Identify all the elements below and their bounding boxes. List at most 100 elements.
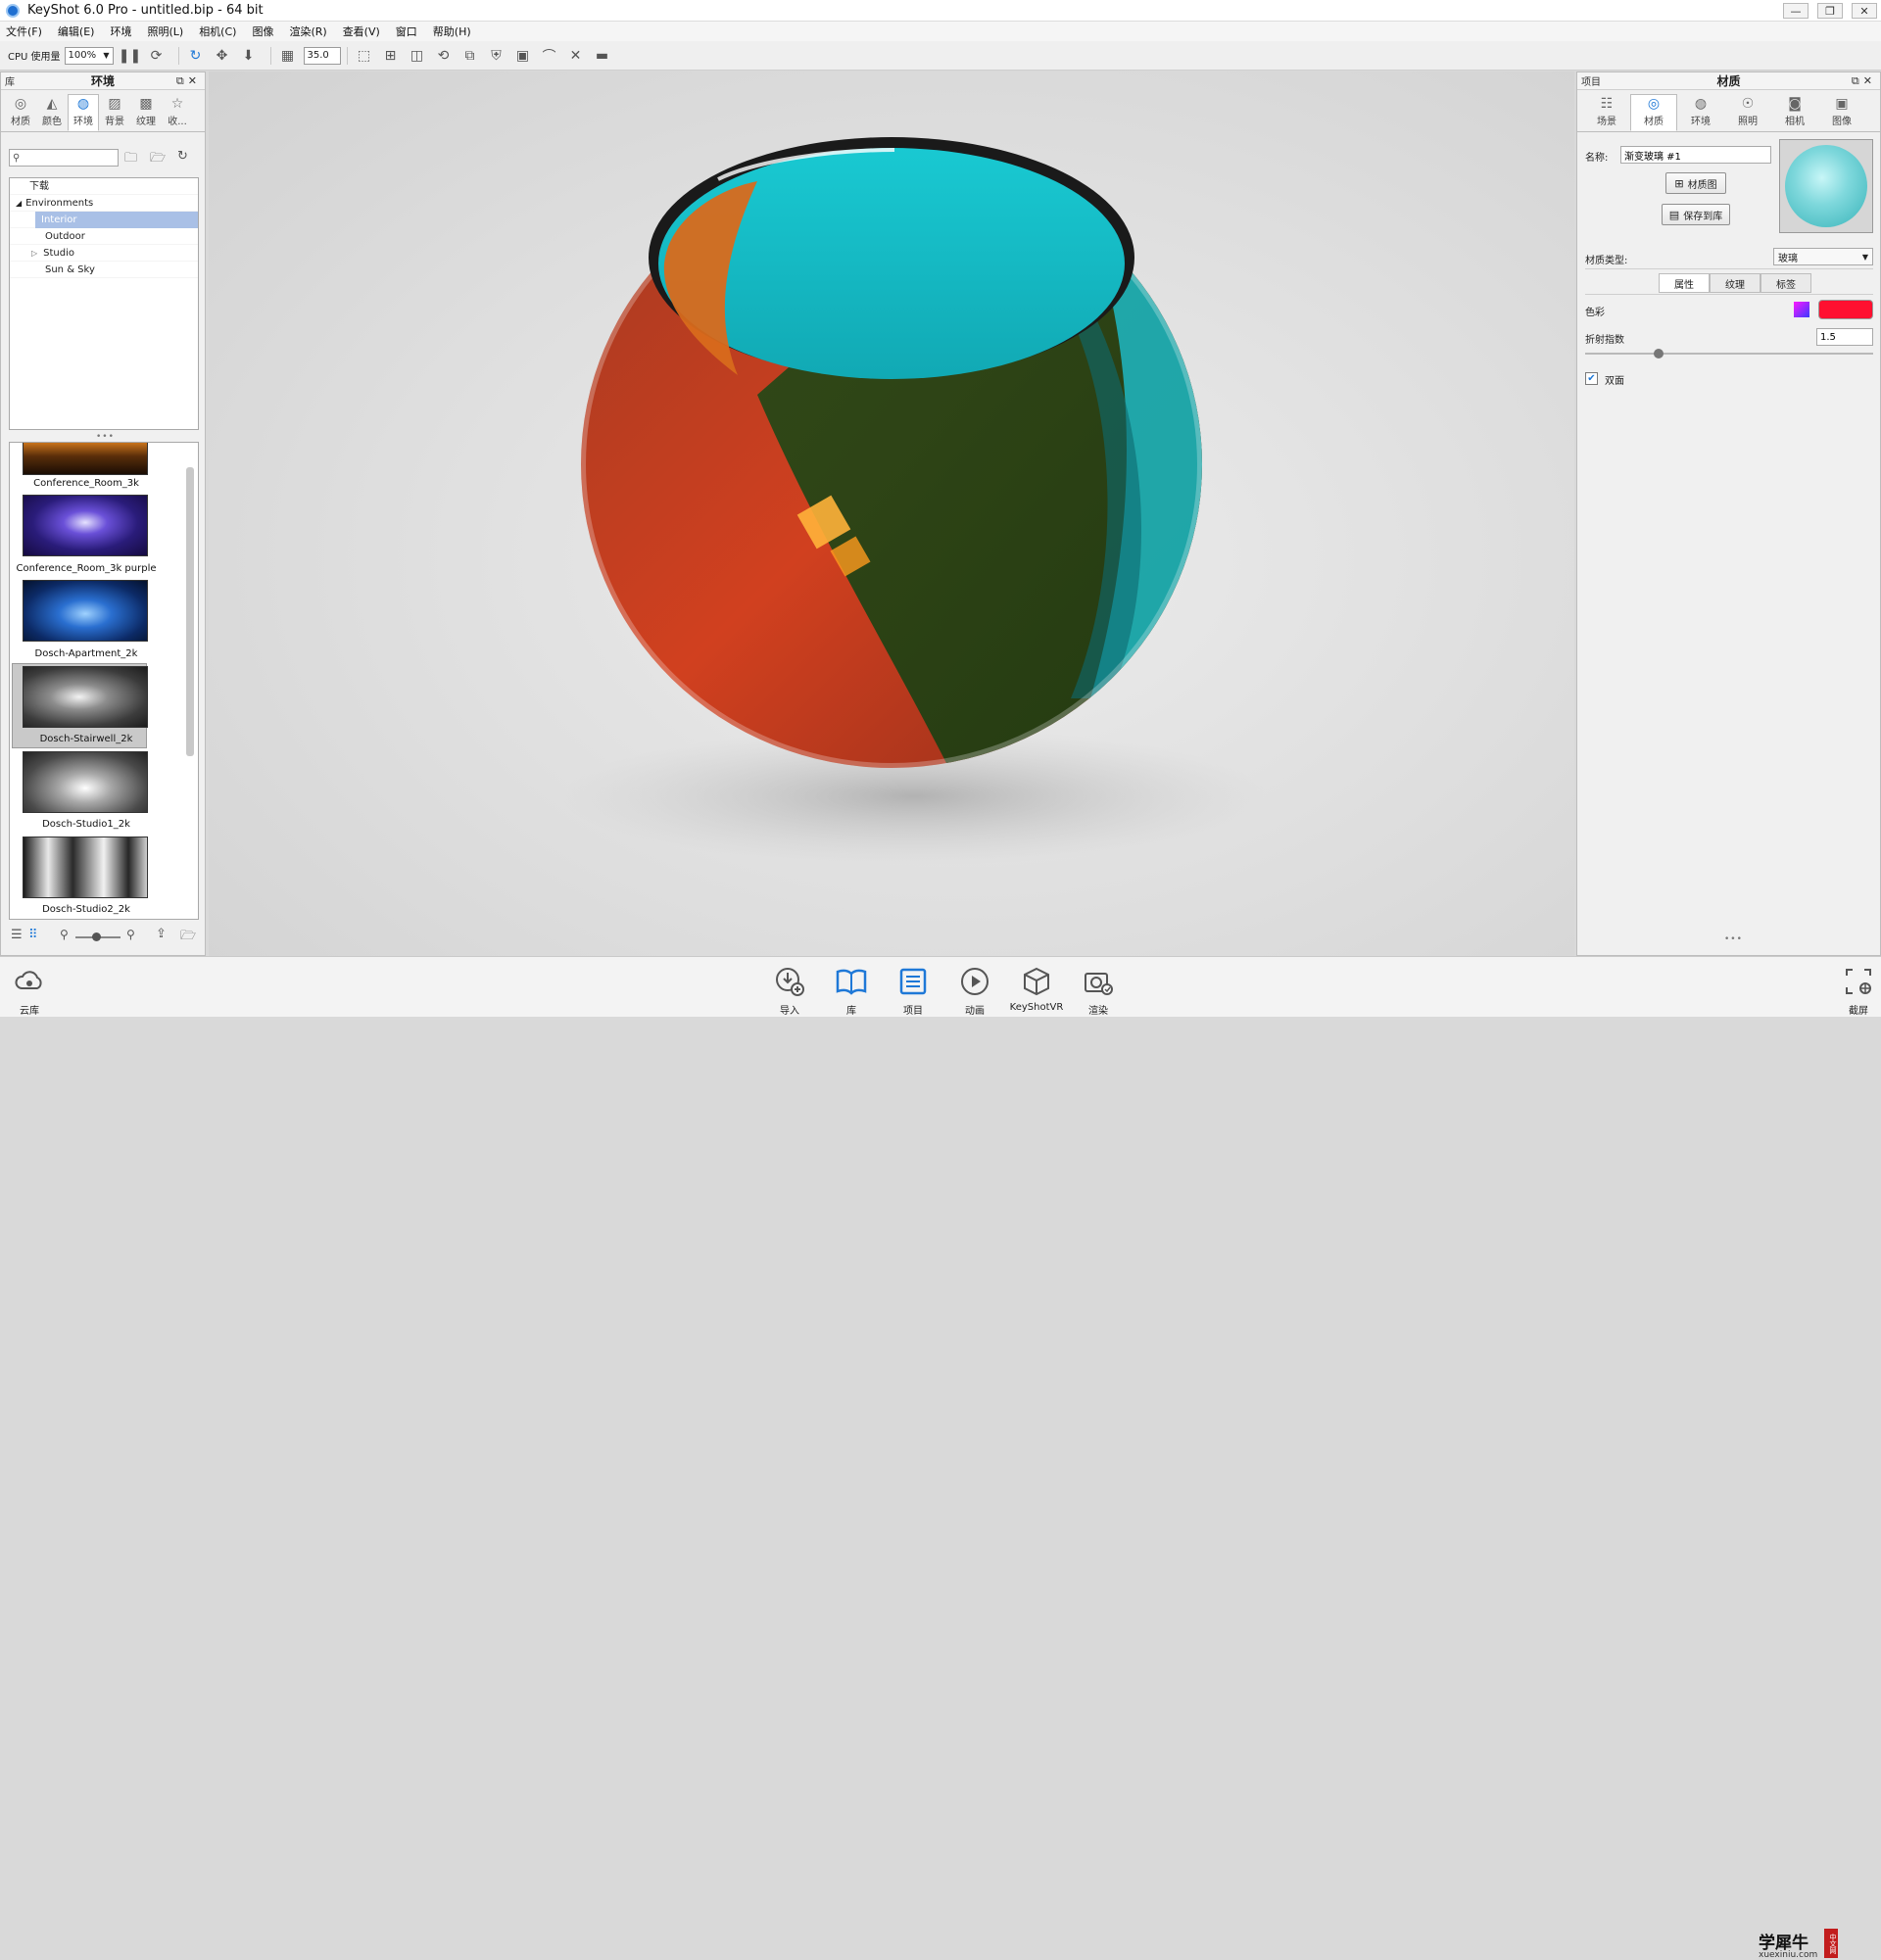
curve-tool-icon[interactable]: ⌒ xyxy=(539,45,560,67)
thumbnail-size-slider-handle[interactable] xyxy=(92,932,101,941)
tree-item-sun-sky[interactable]: Sun & Sky xyxy=(10,262,198,278)
subtab-properties[interactable]: 属性 xyxy=(1659,273,1710,293)
tab-material[interactable]: ◎ 材质 xyxy=(1630,94,1677,131)
minimize-button[interactable]: — xyxy=(1783,3,1809,19)
drop-to-ground-icon[interactable]: ⬇ xyxy=(238,45,260,67)
tab-textures[interactable]: ▩ 纹理 xyxy=(130,94,162,131)
geometry-view-icon[interactable]: ⛨ xyxy=(486,45,507,67)
ior-slider-track[interactable] xyxy=(1585,353,1873,355)
import-folder-icon[interactable]: 🗁 xyxy=(150,149,166,170)
subtab-labels[interactable]: 标签 xyxy=(1760,273,1811,293)
thumbnail-label: Conference_Room_3k purple xyxy=(16,563,157,574)
list-view-icon[interactable]: ☰ xyxy=(11,928,23,942)
menu-help[interactable]: 帮助(H) xyxy=(433,24,471,39)
color-swatch[interactable] xyxy=(1818,300,1873,319)
two-sided-label: 双面 xyxy=(1605,376,1624,387)
import-library-icon[interactable]: 🗁 xyxy=(180,927,196,948)
panel-more-handle[interactable]: ••• xyxy=(1724,934,1743,944)
menu-lighting[interactable]: 照明(L) xyxy=(147,24,183,39)
performance-mode-icon[interactable]: ⟳ xyxy=(146,45,168,67)
menu-image[interactable]: 图像 xyxy=(252,24,273,39)
refresh-library-icon[interactable]: ↻ xyxy=(177,149,188,164)
presentation-icon[interactable]: ▣ xyxy=(512,45,534,67)
tab-materials[interactable]: ◎ 材质 xyxy=(5,94,36,131)
menu-window[interactable]: 窗口 xyxy=(396,24,417,39)
tab-scene[interactable]: ☷ 场景 xyxy=(1583,94,1630,131)
tab-image[interactable]: ▣ 图像 xyxy=(1818,94,1865,131)
tree-item-download[interactable]: 下载 xyxy=(10,178,198,195)
tab-favorites[interactable]: ☆ 收... xyxy=(162,94,193,131)
subtab-textures[interactable]: 纹理 xyxy=(1710,273,1760,293)
library-button[interactable]: 库 xyxy=(827,965,876,1017)
fov-input[interactable]: 35.0 xyxy=(303,46,341,65)
thumbnail-dosch-stairwell[interactable] xyxy=(23,666,148,728)
menu-environment[interactable]: 环境 xyxy=(110,24,131,39)
tab-label: 照明 xyxy=(1738,117,1758,127)
tree-item-interior[interactable]: Interior xyxy=(10,212,198,228)
add-camera-icon[interactable]: ⊞ xyxy=(380,45,402,67)
camera-switch-icon[interactable]: ◫ xyxy=(407,45,428,67)
lock-camera-icon[interactable]: ⧉ xyxy=(459,45,481,67)
tree-item-environments[interactable]: ◢ Environments xyxy=(10,195,198,212)
panel-float-close-icon[interactable]: ⧉✕ xyxy=(176,74,201,88)
ior-slider-handle[interactable] xyxy=(1653,349,1664,359)
menu-camera[interactable]: 相机(C) xyxy=(199,24,236,39)
tab-colors[interactable]: ◭ 颜色 xyxy=(36,94,68,131)
pause-icon[interactable]: ❚❚ xyxy=(119,45,141,67)
render-viewport[interactable] xyxy=(209,72,1574,956)
tree-item-outdoor[interactable]: Outdoor xyxy=(10,228,198,245)
upload-cloud-icon[interactable]: ⇪ xyxy=(156,927,167,941)
material-name-input[interactable] xyxy=(1620,146,1771,164)
screenshot-icon[interactable]: ▬ xyxy=(592,45,613,67)
zoom-in-icon[interactable]: ⚲ xyxy=(126,928,135,941)
move-tool-icon[interactable]: ✕ xyxy=(565,45,587,67)
splitter-handle[interactable]: ••• xyxy=(96,432,115,442)
menu-render[interactable]: 渲染(R) xyxy=(289,24,326,39)
material-graph-button[interactable]: ⊞ 材质图 xyxy=(1665,172,1726,194)
animation-button[interactable]: 动画 xyxy=(950,965,999,1017)
thumbnail-dosch-apartment[interactable] xyxy=(23,580,148,642)
material-preview[interactable] xyxy=(1779,139,1873,233)
project-list-icon xyxy=(896,965,930,998)
region-render-icon[interactable]: ⬚ xyxy=(354,45,375,67)
save-to-library-button[interactable]: ▤ 保存到库 xyxy=(1662,204,1730,225)
color-map-icon[interactable] xyxy=(1794,302,1809,317)
keyshotvr-button[interactable]: KeyShotVR xyxy=(1010,965,1063,1013)
tab-backgrounds[interactable]: ▨ 背景 xyxy=(99,94,130,131)
library-search-input[interactable]: ⚲ xyxy=(9,149,119,167)
fit-view-icon[interactable]: ✥ xyxy=(212,45,233,67)
tree-item-studio[interactable]: ▷ Studio xyxy=(10,245,198,262)
material-type-select[interactable]: 玻璃 ▼ xyxy=(1773,248,1873,265)
panel-float-close-icon[interactable]: ⧉✕ xyxy=(1852,74,1876,88)
screenshot-button[interactable]: 截屏 xyxy=(1837,965,1880,1017)
thumbnail-dosch-studio2[interactable] xyxy=(23,837,148,898)
maximize-button[interactable]: ❐ xyxy=(1817,3,1843,19)
field-of-view-icon[interactable]: ▦ xyxy=(277,45,299,67)
material-type-value: 玻璃 xyxy=(1778,253,1798,264)
tab-lighting[interactable]: ☉ 照明 xyxy=(1724,94,1771,131)
cloud-library-button[interactable]: 云库 xyxy=(5,965,54,1017)
add-folder-icon[interactable]: 🗀 xyxy=(124,149,137,170)
toolbar: CPU 使用量 100% ▼ ❚❚ ⟳ ↻ ✥ ⬇ ▦ 35.0 ⬚ ⊞ ◫ ⟲ … xyxy=(0,41,1881,71)
project-button[interactable]: 项目 xyxy=(889,965,938,1017)
tab-camera[interactable]: ◙ 相机 xyxy=(1771,94,1818,131)
cpu-usage-select[interactable]: 100% ▼ xyxy=(64,46,114,65)
ior-input[interactable] xyxy=(1816,328,1873,346)
refresh-icon[interactable]: ↻ xyxy=(185,45,207,67)
menu-view[interactable]: 查看(V) xyxy=(343,24,380,39)
thumbnail-conference-room-purple[interactable] xyxy=(23,495,148,556)
reset-camera-icon[interactable]: ⟲ xyxy=(433,45,455,67)
thumbnail-conference-room[interactable] xyxy=(23,443,148,475)
close-button[interactable]: ✕ xyxy=(1852,3,1877,19)
zoom-out-icon[interactable]: ⚲ xyxy=(60,928,69,941)
two-sided-checkbox[interactable]: ✔ xyxy=(1585,372,1598,385)
thumbnail-dosch-studio1[interactable] xyxy=(23,751,148,813)
menu-edit[interactable]: 编辑(E) xyxy=(58,24,95,39)
render-button[interactable]: 渲染 xyxy=(1074,965,1123,1017)
import-button[interactable]: 导入 xyxy=(765,965,814,1017)
grid-view-icon[interactable]: ⠿ xyxy=(28,928,38,942)
thumbnail-scrollbar[interactable] xyxy=(186,467,194,756)
tab-environments[interactable]: ◍ 环境 xyxy=(68,94,99,131)
menu-file[interactable]: 文件(F) xyxy=(6,24,42,39)
tab-environment[interactable]: ◍ 环境 xyxy=(1677,94,1724,131)
